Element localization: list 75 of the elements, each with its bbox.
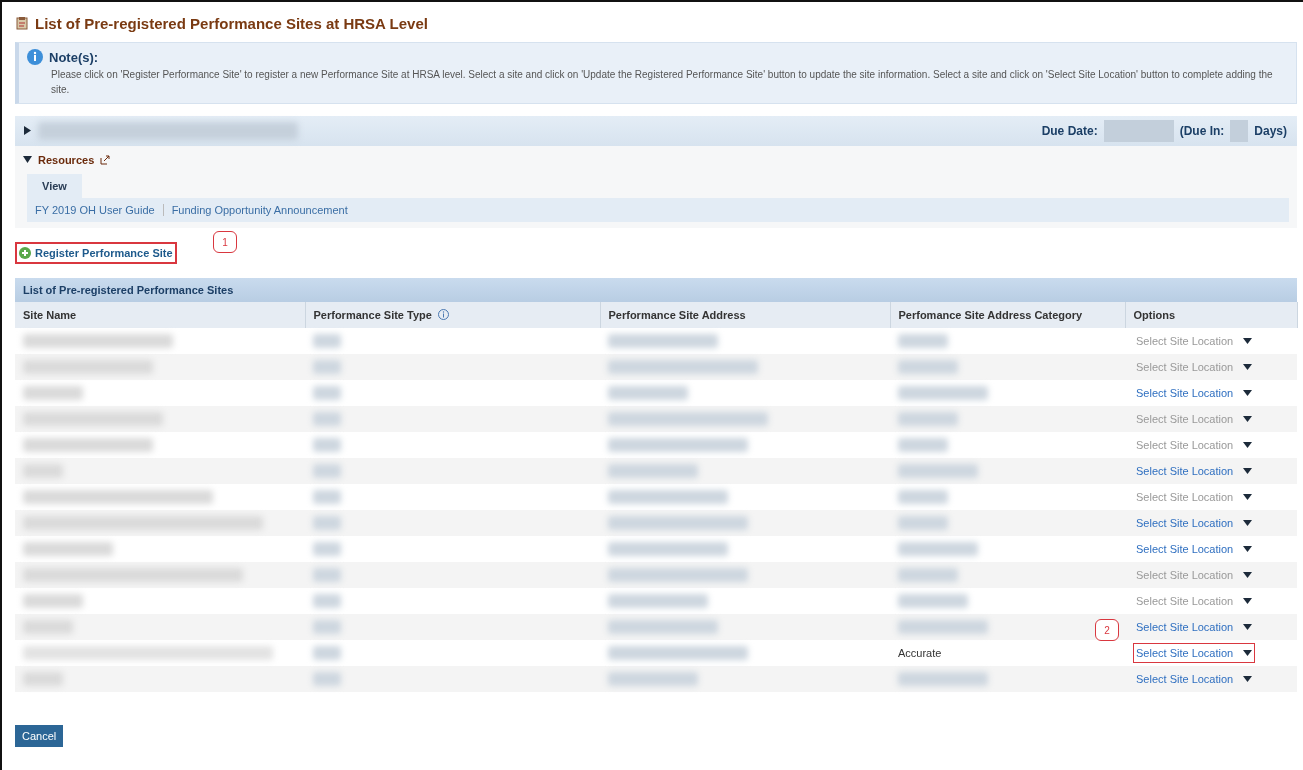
caret-icon [1243, 468, 1253, 474]
caret-icon [1243, 676, 1253, 682]
redacted-block [898, 568, 958, 582]
note-heading: Note(s): [49, 49, 99, 65]
column-header: Options [1125, 302, 1297, 328]
caret-icon [1243, 520, 1253, 526]
redacted-block [313, 568, 341, 582]
caret-icon [1243, 442, 1253, 448]
redacted-block [898, 438, 948, 452]
redacted-block [313, 646, 341, 660]
column-header: Performance Site Type [305, 302, 600, 328]
select-site-location-dropdown[interactable]: Select Site Location [1133, 669, 1256, 689]
view-tab[interactable]: View [27, 174, 82, 198]
redacted-block [313, 360, 341, 374]
resource-link[interactable]: FY 2019 OH User Guide [35, 204, 155, 216]
external-link-icon[interactable] [100, 155, 111, 165]
select-site-location-dropdown[interactable]: Select Site Location [1133, 539, 1256, 559]
note-text: Please click on 'Register Performance Site' to register a new Performance Site at HRSA level. Select a site and click on 'Update the Registered Performance Site' button to update the site information. Select a site and click on 'Select Site Location' button to complete adding the site. [51, 68, 1274, 97]
caret-icon [1243, 546, 1253, 552]
callout-bubble: 1 [213, 231, 237, 253]
caret-icon [1243, 364, 1253, 370]
redacted-block [898, 334, 948, 348]
register-performance-site-button[interactable]: Register Performance Site [15, 242, 177, 264]
redacted-block [898, 516, 948, 530]
caret-icon [1243, 650, 1253, 656]
redacted-block [313, 542, 341, 556]
caret-icon [1243, 624, 1253, 630]
cancel-button[interactable]: Cancel [15, 725, 64, 747]
plus-icon [19, 247, 31, 259]
clipboard-icon [15, 16, 29, 30]
caret-icon [1243, 390, 1253, 396]
redacted-block [1230, 120, 1249, 142]
redacted-block [23, 594, 83, 608]
resources-title: Resources [38, 154, 95, 166]
redacted-block [1103, 120, 1174, 142]
redacted-block [23, 386, 83, 400]
redacted-block [313, 412, 341, 426]
table-title: List of Pre-registered Performance Sites [15, 278, 1297, 302]
callout-bubble: 2 [1095, 619, 1119, 641]
days-label: Days) [1254, 124, 1287, 138]
redacted-block [313, 386, 341, 400]
column-header: Site Name [15, 302, 305, 328]
caret-icon [1243, 494, 1253, 500]
due-date-label: Due Date: [1041, 124, 1098, 138]
collapsed-triangle-icon[interactable] [23, 126, 32, 135]
info-icon [27, 49, 43, 65]
table-cell: Accurate [898, 647, 942, 659]
caret-icon [1243, 572, 1253, 578]
select-site-location-dropdown[interactable]: Select Site Location [1133, 617, 1256, 637]
select-site-location-dropdown[interactable]: Select Site Location [1133, 513, 1256, 533]
redacted-block [313, 594, 341, 608]
redacted-block [313, 672, 341, 686]
redacted-block [313, 438, 341, 452]
column-header: Performance Site Address [600, 302, 890, 328]
select-site-location-dropdown[interactable]: Select Site Location [1133, 383, 1256, 403]
redacted-block [898, 412, 958, 426]
redacted-block [313, 620, 341, 634]
page-title: List of Pre-registered Performance Sites at HRSA Level [35, 14, 428, 32]
resource-link[interactable]: Funding Opportunity Announcement [171, 204, 348, 216]
caret-icon [1243, 598, 1253, 604]
caret-icon [1243, 416, 1253, 422]
redacted-block [898, 594, 968, 608]
redacted-block [313, 464, 341, 478]
redacted-block [898, 360, 958, 374]
select-site-location-dropdown[interactable]: Select Site Location [1133, 643, 1256, 663]
redacted-block [313, 490, 341, 504]
due-in-label: (Due In: [1179, 124, 1225, 138]
redacted-block [898, 490, 948, 504]
caret-icon [1243, 338, 1253, 344]
redacted-block [313, 334, 341, 348]
expanded-triangle-icon[interactable] [23, 155, 32, 164]
redacted-block [313, 516, 341, 530]
select-site-location-dropdown[interactable]: Select Site Location [1133, 461, 1256, 481]
column-header: Perfomance Site Address Category [890, 302, 1125, 328]
info-icon[interactable] [437, 309, 449, 320]
